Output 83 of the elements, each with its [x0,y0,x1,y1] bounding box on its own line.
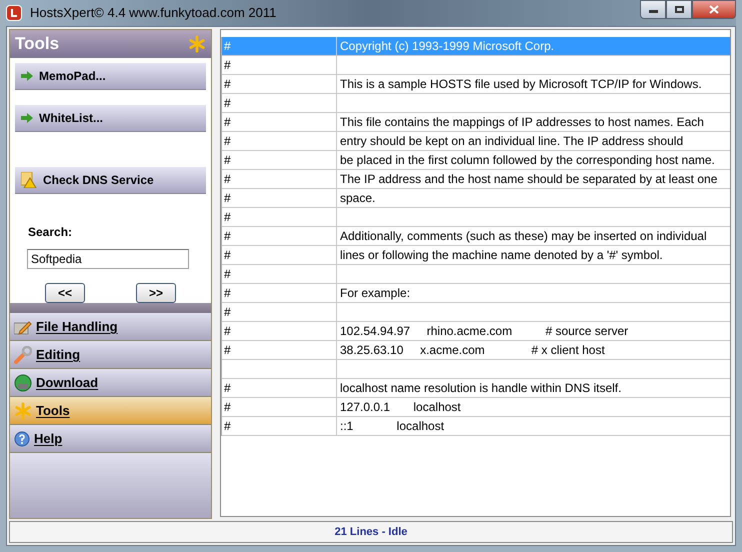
table-row[interactable]: # 127.0.0.1 localhost [222,398,730,417]
asterisk-icon [14,402,32,420]
table-cell: # [222,56,337,74]
table-cell-text: Copyright (c) 1993-1999 Microsoft Corp. [339,38,556,55]
tool-button[interactable]: WhiteList... [15,105,206,132]
close-button[interactable] [692,0,736,19]
nav-item[interactable]: Download [10,369,211,397]
table-cell-text: 102.54.94.97 rhino.acme.com # source server [339,323,630,340]
table-cell-text: For example: [339,285,412,302]
table-cell-text: entry should be kept on an individual line. The IP address should [339,133,684,150]
table-cell-text: be placed in the first column followed by the corresponding host name. [339,152,716,169]
table-cell: # [222,227,337,245]
table-cell-text: space. [339,190,376,207]
pencil-icon [14,318,32,334]
table-cell: # [222,341,337,359]
arrow-icon [21,113,33,123]
table-cell: # [222,208,337,226]
table-cell-text: Additionally, comments (such as these) may be inserted on individual [339,228,708,245]
search-label: Search: [28,224,74,241]
table-cell: # [222,379,337,397]
table-cell: # [222,303,337,321]
globe-icon [14,374,32,392]
table-row[interactable]: # [222,208,730,227]
table-cell: # [222,170,337,188]
table-row[interactable]: # [222,303,730,322]
table-row[interactable]: # 38.25.63.10 x.acme.com # x client host [222,341,730,360]
app-logo-icon [6,5,22,21]
warning-icon [21,172,37,188]
table-row[interactable]: # 102.54.94.97 rhino.acme.com # source server [222,322,730,341]
table-cell-text: localhost name resolution is handle within DNS itself. [339,380,622,397]
minimize-button[interactable] [640,0,666,19]
table-row[interactable]: # lines or following the machine name denoted by a '#' symbol. [222,246,730,265]
window-title: HostsXpert© 4.4 www.funkytoad.com 2011 [30,4,276,22]
tool-button[interactable]: MemoPad... [15,63,206,90]
table-cell: # [222,94,337,112]
table-cell: # [222,322,337,340]
table-row[interactable]: # be placed in the first column followed by the corresponding host name. [222,151,730,170]
search-field[interactable]: Softpedia [27,249,189,269]
table-row[interactable]: # This file contains the mappings of IP addresses to host names. Each [222,113,730,132]
maximize-button[interactable] [666,0,692,19]
table-cell-text: This file contains the mappings of IP addresses to host names. Each [339,114,705,131]
table-row[interactable]: # [222,265,730,284]
next-button[interactable]: >> [136,283,176,303]
table-row[interactable]: # This is a sample HOSTS file used by Microsoft TCP/IP for Windows. [222,75,730,94]
table-cell: # [222,113,337,131]
table-cell: # [222,189,337,207]
close-icon [709,5,719,14]
table-row[interactable]: # [222,56,730,75]
status-text: 21 Lines - Idle [334,524,408,540]
arrow-icon [21,71,33,81]
nav-item[interactable]: Tools [10,397,211,425]
tool-button[interactable]: Check DNS Service [15,167,206,194]
table-cell: # [222,398,337,416]
nav-item[interactable]: File Handling [10,313,211,341]
table-cell: # [222,151,337,169]
table-cell: # [222,246,337,264]
table-cell-text: 38.25.63.10 x.acme.com # x client host [339,342,606,359]
table-cell: # [222,132,337,150]
table-row[interactable]: # ::1 localhost [222,417,730,436]
table-row[interactable]: # [222,94,730,113]
table-cell-text: The IP address and the host name should be separated by at least one [339,171,718,188]
table-row[interactable]: # localhost name resolution is handle within DNS itself. [222,379,730,398]
table-cell: # [222,417,337,435]
table-cell: # [222,37,337,55]
table-cell-text: This is a sample HOSTS file used by Microsoft TCP/IP for Windows. [339,76,703,93]
table-cell-text: 127.0.0.1 localhost [339,399,462,416]
wrench-icon [14,346,32,364]
table-row[interactable]: # For example: [222,284,730,303]
table-row[interactable]: # The IP address and the host name should be separated by at least one [222,170,730,189]
table-row[interactable]: # space. [222,189,730,208]
help-icon [14,430,30,446]
table-row[interactable]: # Additionally, comments (such as these) may be inserted on individual [222,227,730,246]
table-cell-text: ::1 localhost [339,418,446,435]
nav-item[interactable]: Help [10,425,211,453]
table-cell-text: lines or following the machine name denoted by a '#' symbol. [339,247,664,264]
table-cell: # [222,265,337,283]
asterisk-icon [188,35,206,53]
table-cell: # [222,75,337,93]
panel-title: Tools [15,33,60,56]
previous-button[interactable]: << [45,283,85,303]
table-row[interactable]: # entry should be kept on an individual line. The IP address should [222,132,730,151]
nav-item[interactable]: Editing [10,341,211,369]
table-cell: # [222,284,337,302]
